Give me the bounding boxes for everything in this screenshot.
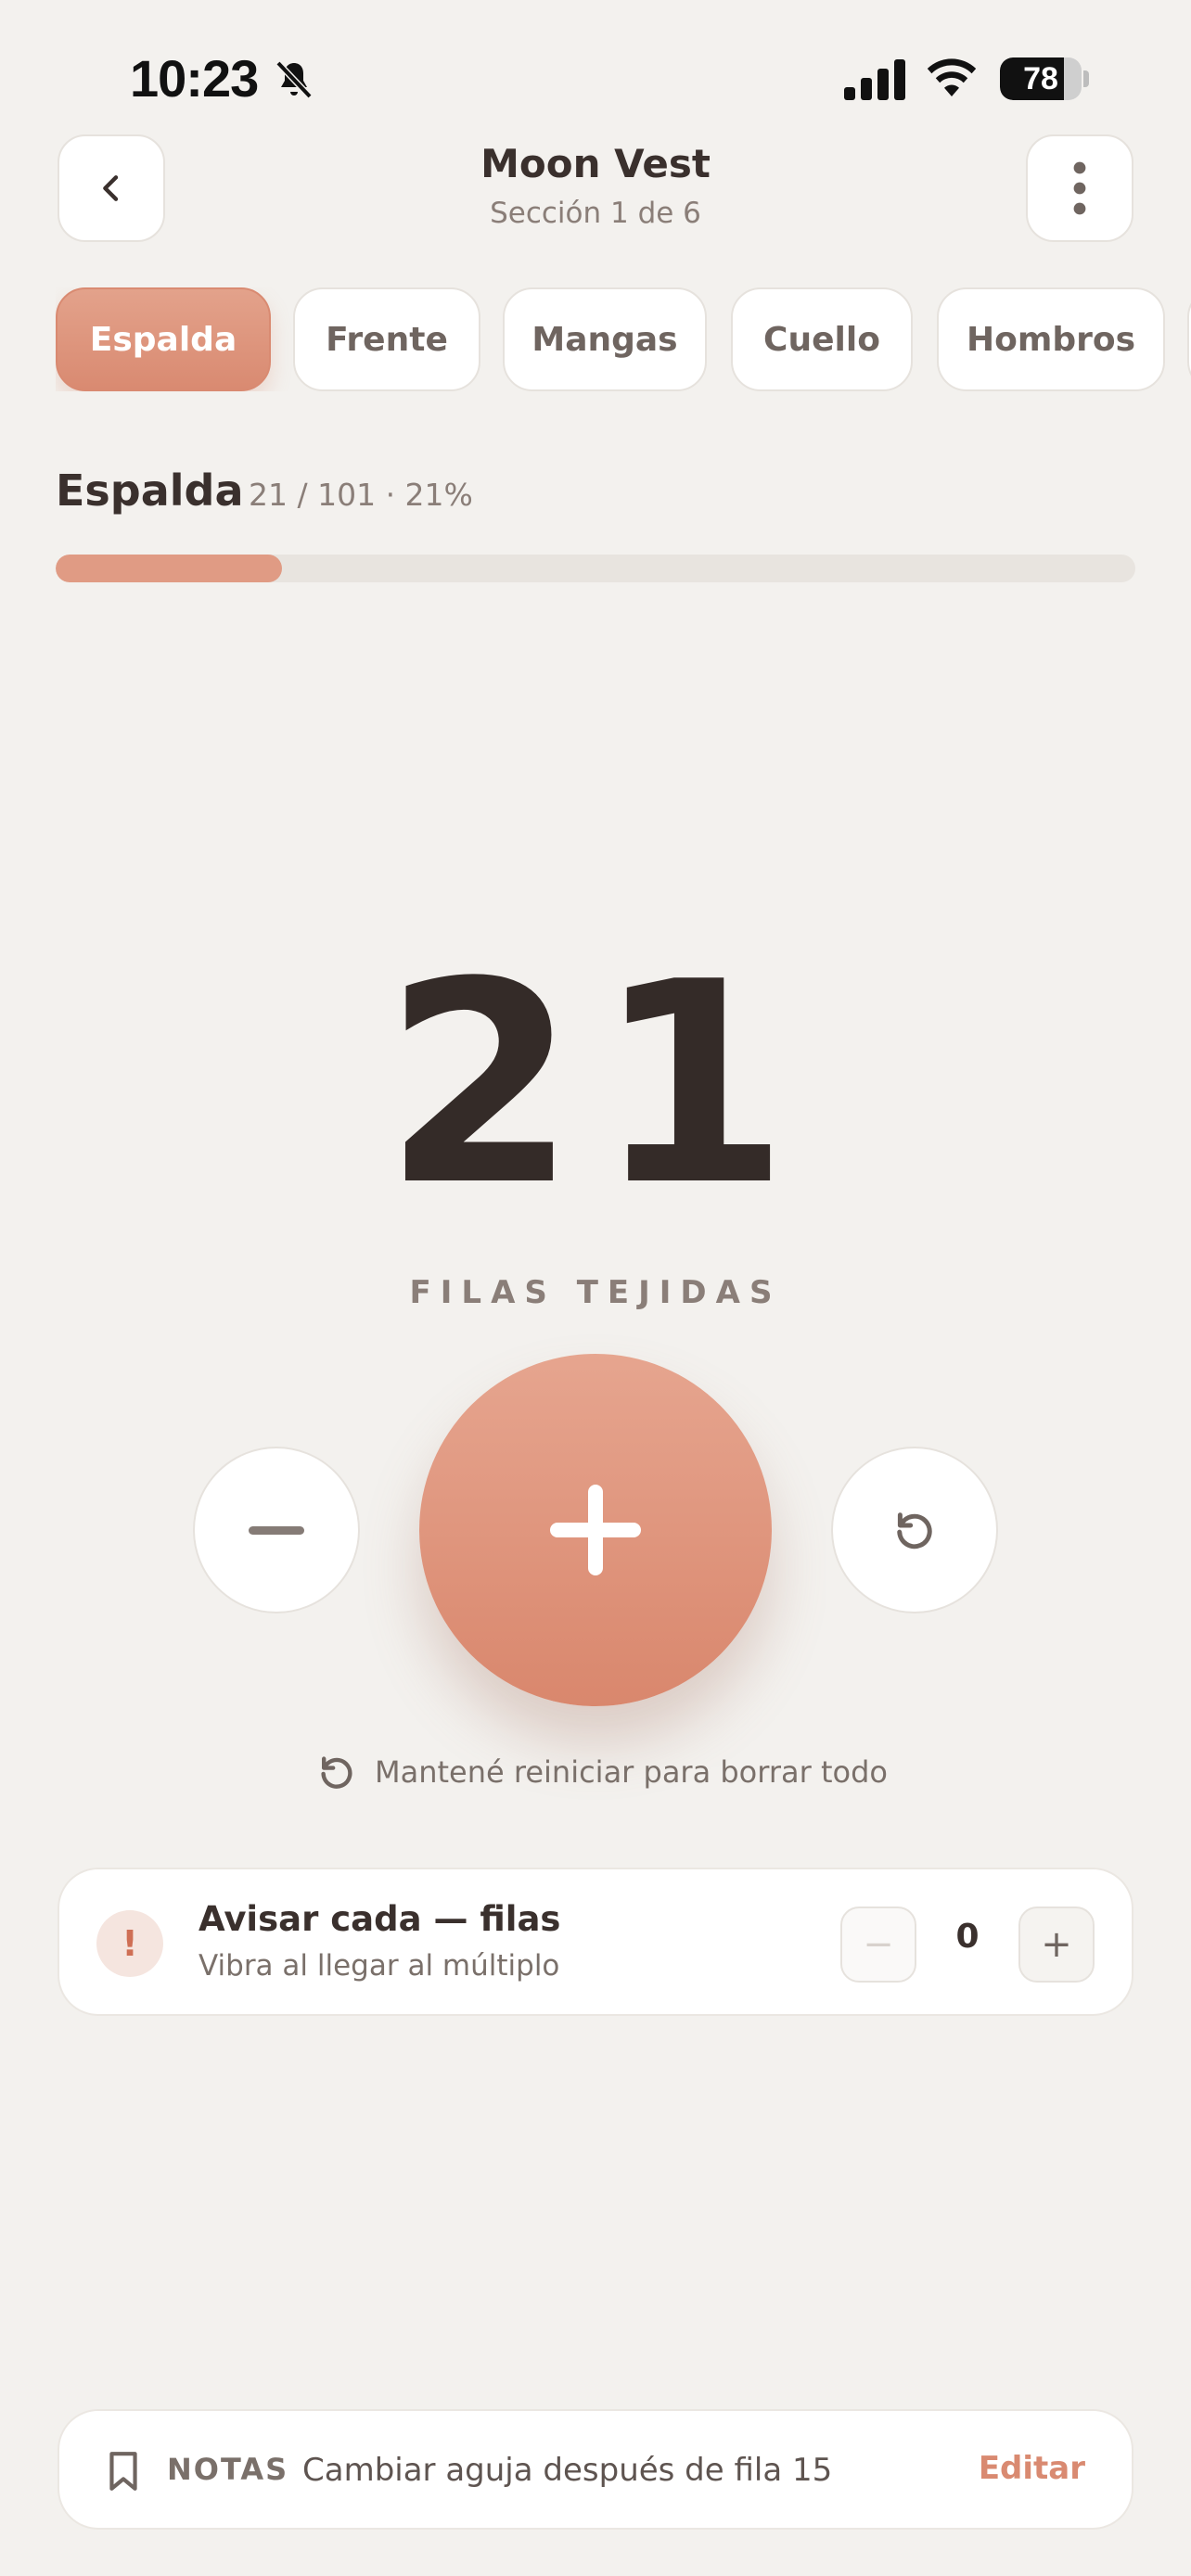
project-title: Moon Vest xyxy=(480,141,711,186)
section-stats: 21 / 101 · 21% xyxy=(249,477,473,513)
cellular-signal-icon xyxy=(844,59,905,100)
screen: 10:23 78 Moon Vest Sección 1 de 6 Espald… xyxy=(0,0,1191,2576)
decrement-button[interactable] xyxy=(193,1447,360,1613)
section-progress-bar xyxy=(56,555,1135,582)
alert-title: Avisar cada — filas xyxy=(198,1899,561,1939)
tab-overflow[interactable] xyxy=(1187,287,1191,391)
tab-mangas[interactable]: Mangas xyxy=(503,287,707,391)
increment-button[interactable] xyxy=(419,1354,772,1706)
row-counter-label: FILAS TEJIDAS xyxy=(409,1274,782,1311)
minus-icon xyxy=(249,1526,304,1535)
alert-interval-value: 0 xyxy=(955,1918,980,1956)
reset-button[interactable] xyxy=(831,1447,998,1613)
section-name: Espalda xyxy=(56,465,244,516)
section-progress-fill xyxy=(56,555,283,582)
row-alert-card: ! Avisar cada — filas Vibra al llegar al… xyxy=(58,1868,1133,2016)
reset-hint-text: Mantené reiniciar para borrar todo xyxy=(375,1754,888,1790)
section-indicator: Sección 1 de 6 xyxy=(490,197,701,230)
more-vertical-icon xyxy=(1073,161,1086,215)
notes-text: Cambiar aguja después de fila 15 xyxy=(302,2452,833,2489)
notes-label: NOTAS xyxy=(167,2452,289,2487)
tab-espalda[interactable]: Espalda xyxy=(56,287,271,391)
more-options-button[interactable] xyxy=(1026,134,1133,242)
battery-icon: 78 xyxy=(1000,57,1082,100)
bell-slash-icon xyxy=(275,60,313,99)
section-tabs: Espalda Frente Mangas Cuello Hombros xyxy=(56,287,1191,391)
reset-hint-icon xyxy=(321,1756,352,1789)
tab-cuello[interactable]: Cuello xyxy=(731,287,913,391)
tab-hombros[interactable]: Hombros xyxy=(937,287,1165,391)
reset-icon xyxy=(897,1512,932,1549)
bookmark-icon xyxy=(109,2452,137,2491)
row-counter: 21 xyxy=(383,923,808,1246)
alert-decrement-button[interactable]: − xyxy=(840,1906,916,1983)
tab-frente[interactable]: Frente xyxy=(293,287,480,391)
battery-tip xyxy=(1083,70,1089,87)
battery-level: 78 xyxy=(1023,60,1058,96)
plus-icon xyxy=(550,1485,641,1575)
alert-subtitle: Vibra al llegar al múltiplo xyxy=(198,1949,560,1983)
notes-card[interactable]: NOTAS Cambiar aguja después de fila 15 E… xyxy=(58,2409,1133,2530)
alert-increment-button[interactable]: + xyxy=(1018,1906,1095,1983)
alert-icon: ! xyxy=(96,1910,163,1977)
status-time: 10:23 xyxy=(130,49,259,108)
reset-hint: Mantené reiniciar para borrar todo xyxy=(315,1751,888,1793)
wifi-icon xyxy=(927,58,977,96)
notes-edit-button[interactable]: Editar xyxy=(979,2450,1085,2487)
